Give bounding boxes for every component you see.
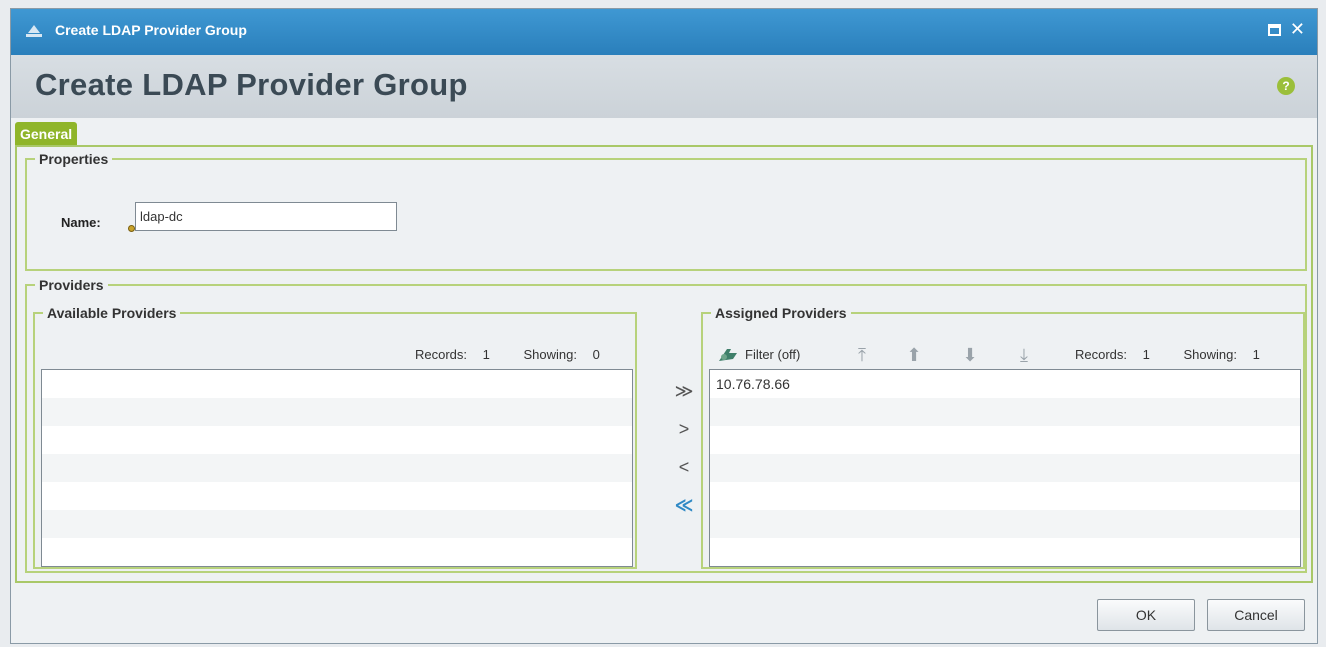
move-down-icon[interactable]: ⬇ <box>961 345 979 365</box>
available-providers-table[interactable] <box>41 369 633 567</box>
table-row[interactable] <box>42 454 632 482</box>
showing-label: Showing: <box>1183 347 1237 362</box>
table-row[interactable] <box>42 398 632 426</box>
title-bar[interactable]: Create LDAP Provider Group ✕ <box>11 9 1317 55</box>
properties-group: Properties Name: <box>25 151 1307 271</box>
filter-toggle[interactable]: Filter (off) <box>745 347 800 362</box>
help-icon[interactable]: ? <box>1277 77 1295 95</box>
app-icon <box>26 25 42 37</box>
page-title: Create LDAP Provider Group <box>35 67 468 102</box>
table-row[interactable] <box>710 426 1300 454</box>
table-row[interactable] <box>42 426 632 454</box>
close-icon[interactable]: ✕ <box>1290 19 1305 39</box>
required-indicator-icon <box>128 225 135 232</box>
tab-content: Properties Name: Providers Available Pro… <box>15 145 1313 583</box>
dialog-header: Create LDAP Provider Group ? <box>11 55 1317 118</box>
records-value: 1 <box>482 347 490 362</box>
dialog-window: Create LDAP Provider Group ✕ Create LDAP… <box>10 8 1318 644</box>
assigned-providers-legend: Assigned Providers <box>715 305 847 321</box>
tab-general[interactable]: General <box>15 122 78 146</box>
table-row[interactable] <box>42 370 632 398</box>
maximize-icon[interactable] <box>1268 24 1281 36</box>
table-row[interactable] <box>710 398 1300 426</box>
assigned-providers-table[interactable]: 10.76.78.66 <box>709 369 1301 567</box>
available-providers-legend: Available Providers <box>47 305 177 321</box>
cancel-button[interactable]: Cancel <box>1207 599 1305 631</box>
properties-legend: Properties <box>39 151 109 167</box>
move-top-icon[interactable]: ⤒ <box>853 345 871 365</box>
table-row[interactable]: 10.76.78.66 <box>710 370 1300 398</box>
records-label: Records: <box>415 347 468 362</box>
showing-value: 1 <box>1252 347 1260 362</box>
move-up-icon[interactable]: ⬆ <box>905 345 923 365</box>
table-row[interactable] <box>710 538 1300 566</box>
available-records-info: Records: 1 Showing: 0 <box>403 347 600 362</box>
assigned-providers-group: Assigned Providers Filter (off) ⤒ ⬆ ⬇ ⤓ … <box>701 305 1305 569</box>
providers-legend: Providers <box>39 277 104 293</box>
table-row[interactable] <box>710 454 1300 482</box>
move-bottom-icon[interactable]: ⤓ <box>1015 345 1033 365</box>
table-row[interactable] <box>710 482 1300 510</box>
name-input[interactable] <box>135 202 397 231</box>
table-row[interactable] <box>42 482 632 510</box>
available-providers-group: Available Providers Records: 1 Showing: … <box>33 305 637 569</box>
add-button[interactable]: > <box>671 417 697 441</box>
window-title: Create LDAP Provider Group <box>55 22 247 38</box>
name-label: Name: <box>61 215 101 230</box>
records-label: Records: <box>1075 347 1128 362</box>
add-all-button[interactable]: ≫ <box>671 379 697 403</box>
remove-all-button[interactable]: ≪ <box>671 493 697 517</box>
table-row[interactable] <box>710 510 1300 538</box>
showing-label: Showing: <box>523 347 577 362</box>
remove-button[interactable]: < <box>671 455 697 479</box>
records-value: 1 <box>1142 347 1150 362</box>
table-row[interactable] <box>42 538 632 566</box>
showing-value: 0 <box>592 347 600 362</box>
ok-button[interactable]: OK <box>1097 599 1195 631</box>
providers-group: Providers Available Providers Records: 1… <box>25 277 1307 573</box>
assigned-records-info: Records: 1 Showing: 1 <box>1063 347 1260 362</box>
filter-icon[interactable] <box>717 345 739 363</box>
table-row[interactable] <box>42 510 632 538</box>
